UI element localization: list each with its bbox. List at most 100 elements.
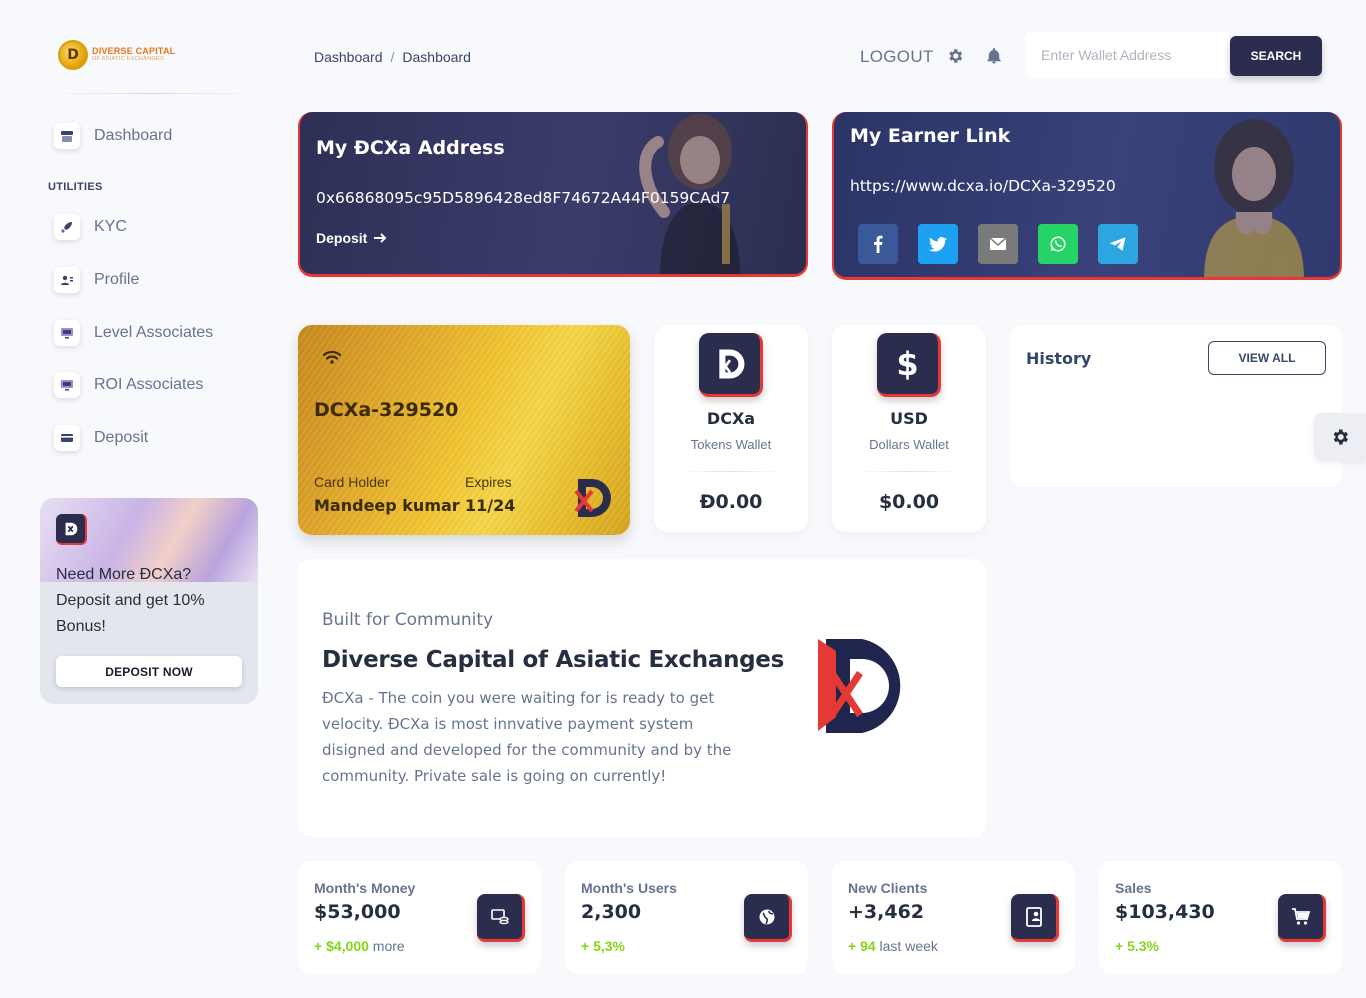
stat-value: $53,000	[314, 901, 401, 923]
wallet-title: USD	[890, 409, 928, 428]
coin-logo-icon: D	[58, 40, 88, 70]
deposit-now-button[interactable]: DEPOSIT NOW	[56, 656, 242, 687]
arrow-right-icon	[374, 233, 387, 243]
wallet-title: DCXa	[706, 409, 756, 428]
stat-label: Month's Users	[581, 880, 677, 896]
sidebar-item-roi-associates[interactable]: ROI Associates	[54, 372, 203, 398]
utilities-heading: UTILITIES	[48, 181, 103, 193]
info-kicker: Built for Community	[322, 610, 494, 630]
card-holder-label: Card Holder	[314, 474, 390, 490]
dollar-icon: $	[877, 333, 941, 397]
share-buttons	[858, 224, 1138, 264]
wallet-address-text[interactable]: 0x66868095c95D5896428ed8F74672A44F0159CA…	[316, 189, 730, 207]
stat-value: $103,430	[1115, 901, 1215, 923]
history-title: History	[1026, 349, 1092, 368]
brand-name: DIVERSE CAPITAL	[92, 46, 176, 57]
gear-icon[interactable]	[946, 47, 964, 65]
sidebar-item-label: KYC	[94, 218, 127, 235]
logout-button[interactable]: LOGOUT	[860, 47, 934, 67]
monitor-icon	[54, 372, 80, 398]
card-id: DCXa-329520	[314, 399, 459, 421]
breadcrumb-current: Dashboard	[402, 49, 471, 65]
breadcrumb-root[interactable]: Dashboard	[314, 49, 383, 65]
history-card: History VIEW ALL	[1010, 325, 1342, 487]
promo-text: Need More ĐCXa? Deposit and get 10% Bonu…	[56, 566, 205, 635]
stat-label: New Clients	[848, 880, 928, 896]
sidebar-item-kyc[interactable]: KYC	[54, 214, 127, 240]
telegram-icon[interactable]	[1098, 224, 1138, 264]
sidebar: D DIVERSE CAPITAL OF ASIATIC EXCHANGES D…	[0, 0, 280, 998]
earner-card-title: My Earner Link	[850, 125, 1011, 147]
sidebar-item-profile[interactable]: Profile	[54, 267, 139, 293]
credit-card-icon	[54, 425, 80, 451]
sidebar-item-dashboard[interactable]: Dashboard	[54, 123, 172, 149]
id-card-icon	[54, 267, 80, 293]
cart-icon	[1278, 894, 1326, 942]
globe-icon	[744, 894, 792, 942]
deposit-link-label: Deposit	[316, 230, 368, 246]
bell-icon[interactable]	[985, 47, 1003, 65]
twitter-icon[interactable]	[918, 224, 958, 264]
info-body: ĐCXa - The coin you were waiting for is …	[322, 689, 732, 785]
earner-link-card: My Earner Link https://www.dcxa.io/DCXa-…	[832, 112, 1342, 280]
stat-delta: + 5.3%	[1115, 938, 1159, 954]
email-icon[interactable]	[978, 224, 1018, 264]
brand-logo[interactable]: D DIVERSE CAPITAL OF ASIATIC EXCHANGES	[58, 40, 175, 70]
card-holder-name: Mandeep kumar	[314, 496, 460, 515]
wallet-subtitle: Tokens Wallet	[690, 437, 772, 452]
stat-card-users: Month's Users 2,300 + 5,3%	[565, 861, 808, 974]
stat-delta-suffix: more	[368, 938, 405, 954]
sidebar-item-deposit[interactable]: Deposit	[54, 425, 148, 451]
deposit-link[interactable]: Deposit	[316, 230, 387, 246]
stat-delta: + 94 last week	[848, 938, 938, 954]
community-info-card: Built for Community Diverse Capital of A…	[298, 559, 986, 837]
wifi-icon	[322, 350, 342, 364]
sidebar-item-label: Dashboard	[94, 127, 173, 144]
stat-card-money: Month's Money $53,000 + $4,000 more	[298, 861, 541, 974]
stat-delta-value: + 5.3%	[1115, 938, 1159, 954]
info-title: Diverse Capital of Asiatic Exchanges	[322, 647, 784, 673]
dcxa-logo-icon	[818, 639, 901, 733]
stat-label: Sales	[1115, 880, 1152, 896]
woman-illustration	[1204, 119, 1304, 277]
divider	[678, 471, 784, 472]
gold-virtual-card: DCXa-329520 Card Holder Mandeep kumar Ex…	[298, 325, 630, 535]
facebook-icon[interactable]	[858, 224, 898, 264]
contact-book-icon	[1011, 894, 1059, 942]
wallet-balance: Đ0.00	[699, 491, 763, 513]
brand-tagline: OF ASIATIC EXCHANGES	[92, 56, 164, 63]
stat-label: Month's Money	[314, 880, 416, 896]
wallet-address-input[interactable]	[1025, 32, 1230, 78]
stat-card-sales: Sales $103,430 + 5.3%	[1099, 861, 1342, 974]
sidebar-item-label: Level Associates	[94, 324, 214, 341]
dcxa-logo-icon	[699, 333, 763, 397]
expires-value: 11/24	[465, 496, 516, 515]
settings-gear-icon[interactable]	[1314, 413, 1366, 461]
dcxa-logo-icon	[574, 479, 611, 517]
stat-delta-value: + 94	[848, 938, 876, 954]
sidebar-item-label: ROI Associates	[94, 376, 204, 393]
stat-delta-suffix: last week	[875, 938, 938, 954]
breadcrumb-separator: /	[390, 49, 395, 65]
dcxa-wallet-card: DCXa Tokens Wallet Đ0.00	[654, 325, 808, 532]
money-coins-icon	[477, 894, 525, 942]
sidebar-item-level-associates[interactable]: Level Associates	[54, 320, 213, 346]
earner-link-url[interactable]: https://www.dcxa.io/DCXa-329520	[850, 177, 1116, 195]
sidebar-item-label: Profile	[94, 271, 140, 288]
wallet-subtitle: Dollars Wallet	[869, 437, 949, 452]
breadcrumb: Dashboard / Dashboard	[314, 49, 471, 65]
stat-card-new-clients: New Clients +3,462 + 94 last week	[832, 861, 1075, 974]
stat-delta: + $4,000 more	[314, 938, 405, 954]
expires-label: Expires	[465, 474, 512, 490]
search-button[interactable]: SEARCH	[1230, 36, 1322, 76]
whatsapp-icon[interactable]	[1038, 224, 1078, 264]
brand-text: DIVERSE CAPITAL OF ASIATIC EXCHANGES	[92, 47, 175, 63]
deposit-promo-card: Need More ĐCXa? Deposit and get 10% Bonu…	[40, 498, 258, 704]
usd-wallet-card: $ USD Dollars Wallet $0.00	[832, 325, 986, 532]
sidebar-divider	[40, 93, 264, 94]
stat-delta-value: + 5,3%	[581, 938, 625, 954]
view-all-button[interactable]: VIEW ALL	[1208, 341, 1326, 375]
dcxa-address-card: My ĐCXa Address 0x66868095c95D5896428ed8…	[298, 112, 808, 277]
rocket-icon	[54, 214, 80, 240]
stat-delta-value: + $4,000	[314, 938, 369, 954]
